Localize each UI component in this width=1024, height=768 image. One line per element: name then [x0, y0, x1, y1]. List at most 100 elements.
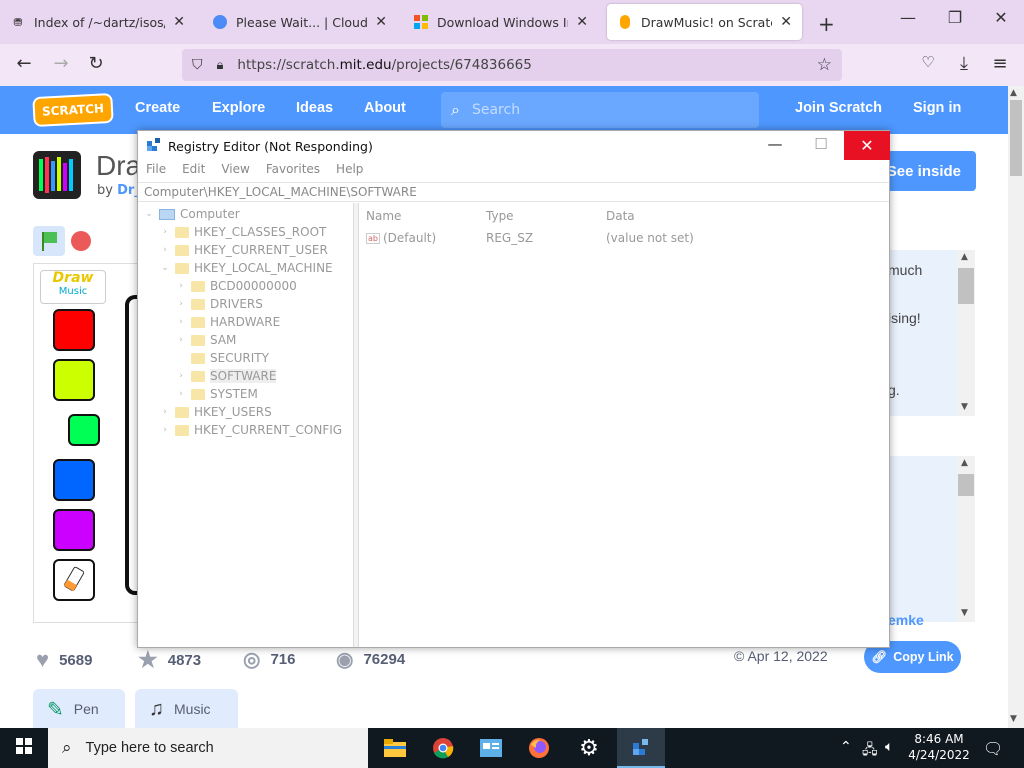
back-icon[interactable]: ←: [12, 53, 36, 74]
reload-icon[interactable]: ↻: [84, 53, 108, 74]
pane-splitter[interactable]: [354, 203, 359, 647]
color-swatch-green[interactable]: [68, 414, 100, 446]
network-icon[interactable]: 🖧︎: [862, 739, 878, 763]
credits-link[interactable]: emke: [888, 612, 924, 628]
nav-create[interactable]: Create: [135, 100, 180, 116]
sign-in-link[interactable]: Sign in: [913, 100, 961, 116]
file-explorer-icon[interactable]: [371, 728, 419, 768]
page-scrollbar[interactable]: [1008, 86, 1024, 728]
chevron-right-icon[interactable]: ›: [176, 299, 186, 309]
chevron-down-icon[interactable]: ⌄: [160, 263, 170, 273]
chevron-right-icon[interactable]: ›: [176, 371, 186, 381]
tree-node-system[interactable]: › SYSTEM: [176, 385, 258, 403]
chevron-right-icon[interactable]: ›: [160, 227, 170, 237]
chevron-up-icon[interactable]: ⌃: [840, 739, 852, 755]
menu-icon[interactable]: ≡: [988, 53, 1012, 74]
chevron-right-icon[interactable]: ›: [160, 245, 170, 255]
tree-node-computer[interactable]: ⌄ Computer: [144, 205, 239, 223]
column-header-type[interactable]: Type: [486, 209, 514, 223]
chevron-right-icon[interactable]: ›: [176, 317, 186, 327]
control-panel-icon[interactable]: [467, 728, 515, 768]
column-header-name[interactable]: Name: [366, 209, 401, 223]
scroll-up-icon[interactable]: ▲: [961, 252, 968, 262]
taskbar-search-box[interactable]: ⌕ Type here to search: [48, 728, 368, 768]
firefox-icon[interactable]: [515, 728, 563, 768]
join-scratch-link[interactable]: Join Scratch: [795, 100, 882, 116]
tree-node-bcd[interactable]: › BCD00000000: [176, 277, 297, 295]
scroll-up-icon[interactable]: ▲: [1010, 88, 1017, 98]
chevron-right-icon[interactable]: ›: [176, 281, 186, 291]
download-icon[interactable]: ⤓: [952, 53, 976, 74]
close-icon[interactable]: ✕: [173, 14, 185, 30]
color-swatch-blue[interactable]: [53, 459, 95, 501]
stop-icon[interactable]: [71, 231, 91, 251]
chevron-right-icon[interactable]: ›: [176, 335, 186, 345]
chevron-right-icon[interactable]: ›: [160, 425, 170, 435]
nav-explore[interactable]: Explore: [212, 100, 265, 116]
scratch-logo[interactable]: SCRATCH: [32, 92, 114, 128]
tree-node-hkcc[interactable]: › HKEY_CURRENT_CONFIG: [160, 421, 342, 439]
taskbar-clock[interactable]: 8:46 AM 4/24/2022: [904, 731, 974, 763]
desc-scrollbar-thumb[interactable]: [958, 268, 974, 304]
close-icon[interactable]: ✕: [780, 14, 792, 30]
registry-editor-window[interactable]: Registry Editor (Not Responding) — ☐ ✕ F…: [137, 130, 890, 648]
tab-dartz-isos[interactable]: ⛃ Index of /~dartz/isos/ ✕: [0, 4, 195, 40]
new-tab-icon[interactable]: +: [818, 12, 835, 36]
notification-icon[interactable]: 🗨︎: [983, 739, 1003, 758]
chrome-icon[interactable]: [419, 728, 467, 768]
shield-icon[interactable]: ⛉: [192, 57, 203, 73]
color-swatch-yellow[interactable]: [53, 359, 95, 401]
bookmark-star-icon[interactable]: ☆: [817, 55, 832, 75]
lock-icon[interactable]: 🔒︎: [217, 58, 224, 73]
volume-icon[interactable]: 🔈︎: [885, 739, 893, 755]
minimize-icon[interactable]: —: [752, 135, 798, 153]
scroll-down-icon[interactable]: ▼: [961, 402, 968, 412]
tab-cloudflare[interactable]: Please Wait... | Cloudflare ✕: [202, 4, 397, 40]
tree-node-software[interactable]: › SOFTWARE: [176, 367, 277, 385]
chevron-down-icon[interactable]: ⌄: [144, 209, 154, 219]
eraser-icon[interactable]: [53, 559, 95, 601]
url-bar[interactable]: ⛉ 🔒︎ https://scratch.mit.edu/projects/67…: [182, 49, 842, 81]
color-swatch-red[interactable]: [53, 309, 95, 351]
menu-view[interactable]: View: [221, 162, 249, 182]
tree-node-security[interactable]: SECURITY: [176, 349, 269, 367]
green-flag-icon[interactable]: [33, 226, 65, 256]
minimize-icon[interactable]: —: [893, 8, 923, 27]
tree-node-drivers[interactable]: › DRIVERS: [176, 295, 263, 313]
tree-node-hkcu[interactable]: › HKEY_CURRENT_USER: [160, 241, 328, 259]
tree-node-hkcr[interactable]: › HKEY_CLASSES_ROOT: [160, 223, 326, 241]
close-icon[interactable]: ✕: [576, 14, 588, 30]
tab-drawmusic-scratch[interactable]: DrawMusic! on Scratch ✕: [607, 4, 802, 40]
project-stage[interactable]: Draw Music: [33, 263, 139, 623]
settings-gear-icon[interactable]: ⚙: [565, 728, 613, 768]
menu-file[interactable]: File: [146, 162, 166, 182]
menu-edit[interactable]: Edit: [182, 162, 205, 182]
nav-ideas[interactable]: Ideas: [296, 100, 333, 116]
extension-chip-pen[interactable]: ✎ Pen: [33, 689, 125, 729]
menu-help[interactable]: Help: [336, 162, 363, 182]
love-stat[interactable]: ♥ 5689: [36, 647, 92, 673]
registry-editor-taskbar-icon[interactable]: [617, 728, 665, 768]
scratch-search-input[interactable]: ⌕ Search: [441, 92, 759, 128]
restore-icon[interactable]: ❐: [940, 8, 970, 27]
notes-scrollbar-thumb[interactable]: [958, 474, 974, 496]
url-text[interactable]: https://scratch.mit.edu/projects/6748366…: [237, 57, 802, 73]
forward-icon[interactable]: →: [49, 53, 73, 74]
tree-node-hku[interactable]: › HKEY_USERS: [160, 403, 272, 421]
pocket-icon[interactable]: ♡: [916, 53, 940, 71]
tree-node-sam[interactable]: › SAM: [176, 331, 236, 349]
menu-favorites[interactable]: Favorites: [266, 162, 320, 182]
close-icon[interactable]: ✕: [375, 14, 387, 30]
scroll-up-icon[interactable]: ▲: [961, 458, 968, 468]
page-scrollbar-thumb[interactable]: [1010, 100, 1022, 176]
chevron-right-icon[interactable]: ›: [176, 389, 186, 399]
scroll-down-icon[interactable]: ▼: [1010, 714, 1017, 724]
tree-node-hklm[interactable]: ⌄ HKEY_LOCAL_MACHINE: [160, 259, 332, 277]
column-header-data[interactable]: Data: [606, 209, 635, 223]
scroll-down-icon[interactable]: ▼: [961, 608, 968, 618]
extension-chip-music[interactable]: ♫ Music: [135, 689, 238, 729]
value-row-default[interactable]: ab (Default): [366, 231, 436, 245]
tree-node-hardware[interactable]: › HARDWARE: [176, 313, 280, 331]
tab-windows-insider[interactable]: Download Windows Insider ✕: [403, 4, 598, 40]
close-icon[interactable]: ✕: [844, 131, 890, 160]
